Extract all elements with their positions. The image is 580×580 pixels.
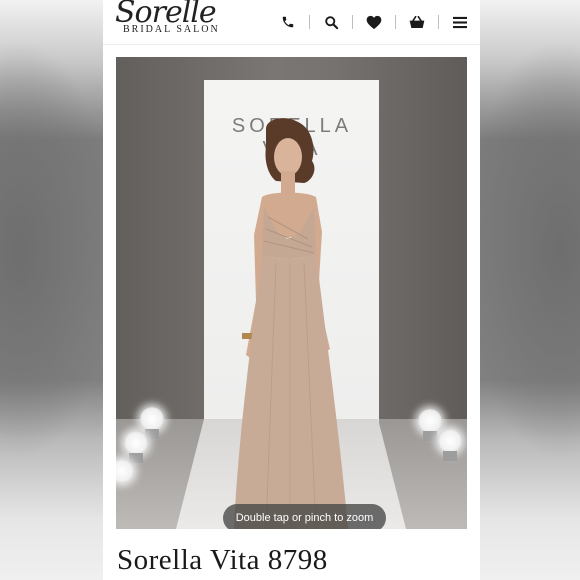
logo-subtitle: BRIDAL SALON — [123, 24, 220, 35]
search-icon[interactable] — [317, 12, 345, 32]
nav-divider — [395, 15, 396, 29]
phone-icon[interactable] — [274, 12, 302, 32]
header-nav — [274, 12, 474, 32]
heart-icon[interactable] — [360, 12, 388, 32]
mobile-page: Sorelle BRIDAL SALON Double tap or pinch… — [103, 0, 480, 580]
nav-divider — [309, 15, 310, 29]
brand-logo[interactable]: Sorelle BRIDAL SALON — [115, 0, 245, 40]
zoom-hint: Double tap or pinch to zoom — [223, 504, 386, 529]
basket-icon[interactable] — [403, 12, 431, 32]
model-in-dress — [234, 118, 348, 529]
product-image[interactable]: SORELLA VITA Dou — [116, 57, 467, 529]
nav-divider — [438, 15, 439, 29]
menu-icon[interactable] — [446, 12, 474, 32]
site-header: Sorelle BRIDAL SALON — [103, 0, 480, 45]
nav-divider — [352, 15, 353, 29]
product-title: Sorella Vita 8798 — [117, 544, 328, 576]
